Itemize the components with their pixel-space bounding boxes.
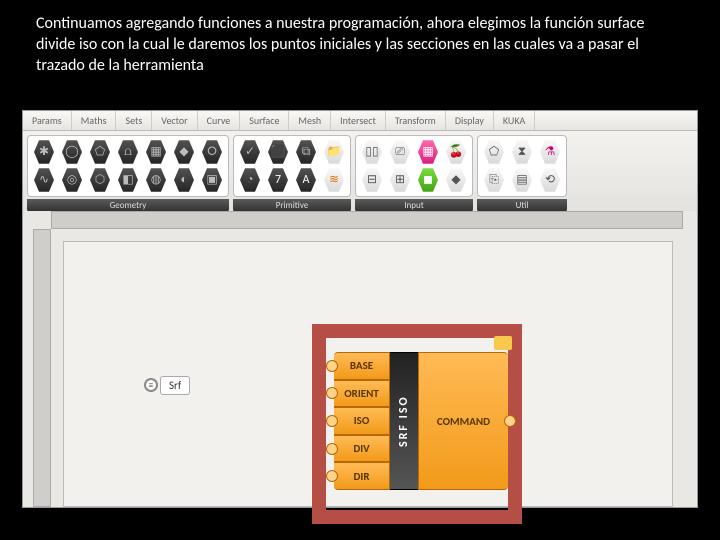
input-tool-1-icon[interactable]: ▯▯	[359, 139, 385, 165]
canvas-sheet[interactable]: ≡ Srf BASE ORIENT ISO DIV DIR SRF ISO CO…	[63, 241, 673, 507]
group-input: ▯▯ ⎚ ▦ 🍒 ⊟ ⊞ ◼ ◆ Input	[355, 135, 473, 213]
grasshopper-window: Params Maths Sets Vector Curve Surface M…	[22, 110, 698, 508]
input-div[interactable]: DIV	[334, 435, 390, 463]
primitive-tool-1-icon[interactable]: ✓	[237, 139, 263, 165]
geometry-tool-9-icon[interactable]: ◎	[59, 167, 85, 193]
util-tool-3-icon[interactable]: ⚗	[537, 139, 563, 165]
primitive-tool-6-icon[interactable]: 7	[265, 167, 291, 193]
util-tool-5-icon[interactable]: ▤	[509, 167, 535, 193]
node-grip-icon[interactable]: ≡	[144, 378, 158, 392]
geometry-tool-1-icon[interactable]: ✱	[31, 139, 57, 165]
primitive-tool-3-icon[interactable]: ⧉	[293, 139, 319, 165]
util-tool-1-icon[interactable]: ⬠	[481, 139, 507, 165]
tab-transform[interactable]: Transform	[386, 111, 446, 130]
tab-sets[interactable]: Sets	[116, 111, 152, 130]
primitive-tool-4-icon[interactable]: 📁	[321, 139, 347, 165]
component-note-icon[interactable]	[494, 336, 512, 350]
input-tool-3-icon[interactable]: ▦	[415, 139, 441, 165]
input-tool-2-icon[interactable]: ⎚	[387, 139, 413, 165]
group-util: ⬠ ⧗ ⚗ ⎘ ▤ ⟲ Util	[477, 135, 567, 213]
geometry-tool-14-icon[interactable]: ▣	[199, 167, 225, 193]
geometry-tool-13-icon[interactable]: ◐	[171, 167, 197, 193]
geometry-tool-11-icon[interactable]: ◧	[115, 167, 141, 193]
group-primitive: ✓ ⬛ ⧉ 📁 ◔ 7 A ≋ Primitive	[233, 135, 351, 213]
tab-maths[interactable]: Maths	[72, 111, 117, 130]
output-command[interactable]: COMMAND	[418, 352, 508, 490]
srf-param-node[interactable]: ≡ Srf	[144, 372, 190, 398]
geometry-tool-2-icon[interactable]: ◯	[59, 139, 85, 165]
input-tool-5-icon[interactable]: ⊟	[359, 167, 385, 193]
slide-caption: Continuamos agregando funciones a nuestr…	[0, 0, 720, 84]
tab-curve[interactable]: Curve	[198, 111, 241, 130]
tab-vector[interactable]: Vector	[152, 111, 197, 130]
geometry-tool-10-icon[interactable]: ⬡	[87, 167, 113, 193]
input-tool-4-icon[interactable]: 🍒	[443, 139, 469, 165]
tab-display[interactable]: Display	[446, 111, 494, 130]
input-tool-8-icon[interactable]: ◆	[443, 167, 469, 193]
tab-surface[interactable]: Surface	[240, 111, 289, 130]
component-title[interactable]: SRF ISO	[390, 352, 418, 490]
tab-kuka[interactable]: KUKA	[494, 111, 535, 130]
geometry-tool-5-icon[interactable]: ▦	[143, 139, 169, 165]
srf-node-label: Srf	[160, 376, 190, 395]
input-base[interactable]: BASE	[334, 352, 390, 380]
util-tool-6-icon[interactable]: ⟲	[537, 167, 563, 193]
ruler-horizontal	[51, 211, 683, 229]
primitive-tool-2-icon[interactable]: ⬛	[265, 139, 291, 165]
group-geometry: ✱ ◯ ⬠ ⩍ ▦ ◆ ⭘ ∿ ◎ ⬡ ◧ ◍ ◐ ▣ Ge	[27, 135, 229, 213]
ruler-vertical	[33, 229, 51, 507]
input-iso[interactable]: ISO	[334, 407, 390, 435]
tab-params[interactable]: Params	[23, 111, 72, 130]
geometry-tool-6-icon[interactable]: ◆	[171, 139, 197, 165]
input-dir[interactable]: DIR	[334, 462, 390, 490]
input-tool-7-icon[interactable]: ◼	[415, 167, 441, 193]
util-tool-2-icon[interactable]: ⧗	[509, 139, 535, 165]
srf-iso-component[interactable]: BASE ORIENT ISO DIV DIR SRF ISO COMMAND	[334, 352, 508, 490]
geometry-tool-7-icon[interactable]: ⭘	[199, 139, 225, 165]
primitive-tool-5-icon[interactable]: ◔	[237, 167, 263, 193]
ribbon: ✱ ◯ ⬠ ⩍ ▦ ◆ ⭘ ∿ ◎ ⬡ ◧ ◍ ◐ ▣ Ge	[23, 131, 697, 218]
canvas[interactable]: ≡ Srf BASE ORIENT ISO DIV DIR SRF ISO CO…	[23, 211, 697, 507]
geometry-tool-8-icon[interactable]: ∿	[31, 167, 57, 193]
primitive-tool-7-icon[interactable]: A	[293, 167, 319, 193]
geometry-tool-4-icon[interactable]: ⩍	[115, 139, 141, 165]
input-tool-6-icon[interactable]: ⊞	[387, 167, 413, 193]
geometry-tool-12-icon[interactable]: ◍	[143, 167, 169, 193]
primitive-tool-8-icon[interactable]: ≋	[321, 167, 347, 193]
tab-bar: Params Maths Sets Vector Curve Surface M…	[23, 111, 697, 131]
tab-intersect[interactable]: Intersect	[331, 111, 386, 130]
component-inputs: BASE ORIENT ISO DIV DIR	[334, 352, 390, 490]
geometry-tool-3-icon[interactable]: ⬠	[87, 139, 113, 165]
tab-mesh[interactable]: Mesh	[289, 111, 331, 130]
util-tool-4-icon[interactable]: ⎘	[481, 167, 507, 193]
input-orient[interactable]: ORIENT	[334, 380, 390, 408]
